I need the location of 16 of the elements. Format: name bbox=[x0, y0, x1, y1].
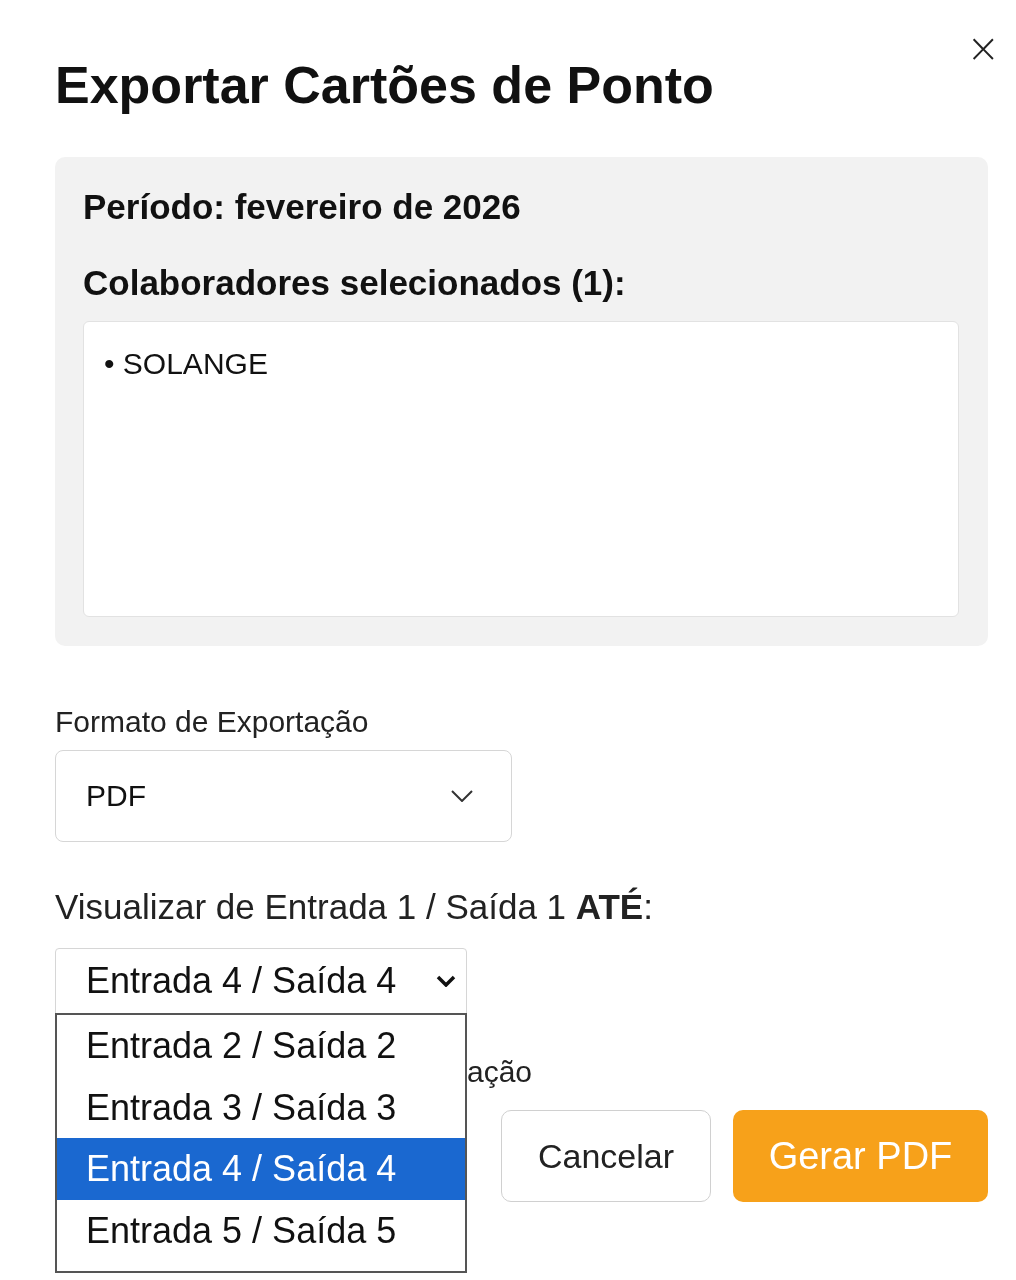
dropdown-option[interactable]: Entrada 4 / Saída 4 bbox=[57, 1138, 465, 1200]
employees-label: Colaboradores selecionados (1): bbox=[83, 263, 627, 303]
dialog-title: Exportar Cartões de Ponto bbox=[55, 55, 714, 115]
chevron-icon bbox=[436, 975, 456, 987]
option-label: ação bbox=[467, 1054, 533, 1090]
chevron-icon bbox=[451, 790, 473, 802]
close-button[interactable]: × bbox=[962, 28, 1004, 68]
dropdown-option[interactable]: Entrada 2 / Saída 2 bbox=[57, 1015, 465, 1077]
dropdown-option[interactable]: Entrada 3 / Saída 3 bbox=[57, 1076, 465, 1138]
period-text: Período: fevereiro de 2026 bbox=[83, 187, 522, 227]
employee-item: • SOLANGE bbox=[104, 346, 268, 382]
format-select[interactable]: PDF bbox=[55, 750, 512, 842]
range-label: Visualizar de Entrada 1 / Saída 1 ATÉ: bbox=[55, 886, 653, 928]
format-label: Formato de Exportação bbox=[55, 704, 370, 740]
cancel-button[interactable]: Cancelar bbox=[501, 1110, 711, 1202]
dropdown-option[interactable]: Entrada 5 / Saída 5 bbox=[57, 1199, 465, 1261]
